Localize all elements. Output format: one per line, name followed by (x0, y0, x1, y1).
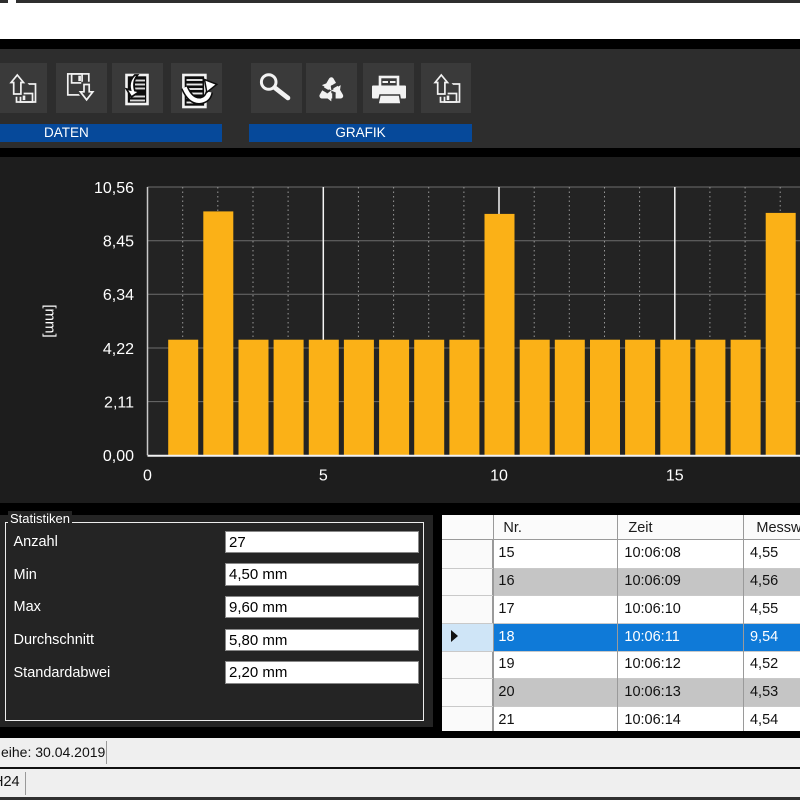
svg-text:6,34: 6,34 (103, 287, 134, 304)
svg-text:0: 0 (143, 468, 152, 485)
svg-text:2,11: 2,11 (104, 394, 134, 411)
svg-text:0,00: 0,00 (103, 448, 134, 465)
svg-text:10,56: 10,56 (94, 180, 134, 197)
svg-text:4,22: 4,22 (103, 341, 134, 358)
svg-text:15: 15 (666, 468, 684, 485)
svg-text:[mm]: [mm] (42, 304, 59, 337)
svg-text:8,45: 8,45 (103, 234, 134, 251)
svg-text:5: 5 (319, 468, 328, 485)
svg-text:10: 10 (490, 468, 508, 485)
